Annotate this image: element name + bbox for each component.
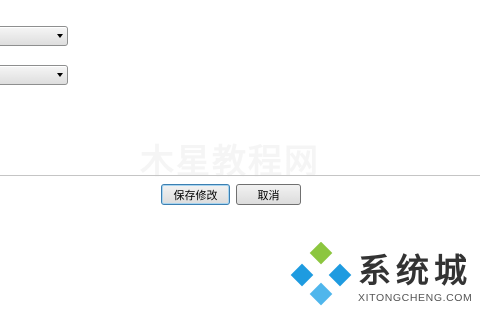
settings-dropdown-2[interactable] bbox=[0, 65, 68, 85]
logo-english-text: XITONGCHENG.COM bbox=[358, 292, 473, 304]
logo-diamond-icon bbox=[290, 242, 352, 306]
settings-dropdown-1[interactable] bbox=[0, 26, 68, 46]
save-changes-button[interactable]: 保存修改 bbox=[161, 184, 230, 205]
logo-chinese-text: 系统城 bbox=[358, 251, 472, 290]
chevron-down-icon bbox=[57, 34, 63, 38]
chevron-down-icon bbox=[57, 73, 63, 77]
divider bbox=[0, 175, 480, 176]
cancel-button[interactable]: 取消 bbox=[236, 184, 301, 205]
xitongcheng-logo-watermark: 系统城 XITONGCHENG.COM bbox=[286, 242, 476, 312]
